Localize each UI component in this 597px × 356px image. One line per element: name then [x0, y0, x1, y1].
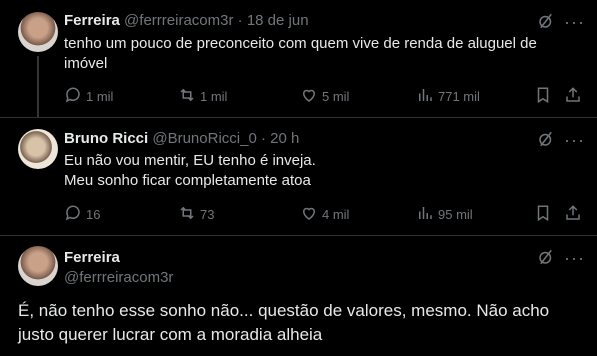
tweet-header: Bruno Ricci @BrunoRicci_0 · 20 h [64, 129, 299, 149]
tweet-text: É, não tenho esse sonho não... questão d… [18, 299, 583, 347]
reply-button[interactable]: 1 mil [64, 86, 113, 107]
tweet-text-line: imóvel [64, 55, 108, 72]
tweet-actions: 1 mil 1 mil 5 mil 771 mil [64, 86, 586, 106]
views-button[interactable]: 771 mil [416, 86, 480, 107]
tweet-2[interactable]: Bruno Ricci @BrunoRicci_0 · 20 h ··· Eu … [0, 117, 597, 236]
retweet-icon [178, 86, 196, 107]
avatar[interactable] [18, 12, 58, 52]
tweet-text-line: É, não tenho esse sonho não... questão d… [18, 301, 550, 320]
tweet-text: tenho um pouco de preconceito com quem v… [64, 34, 574, 74]
author-handle[interactable]: @ferrreiracom3r [64, 268, 173, 288]
tweet-header: Ferreira @ferrreiracom3r · 18 de jun [64, 11, 309, 31]
reply-icon [64, 204, 82, 225]
more-icon[interactable]: ··· [564, 249, 585, 267]
bookmark-button[interactable] [534, 86, 552, 107]
tweet-text-line: justo querer lucrar com a moradia alheia [18, 325, 323, 344]
author-name[interactable]: Ferreira [64, 12, 120, 29]
like-icon [300, 204, 318, 225]
more-icon[interactable]: ··· [564, 131, 585, 149]
like-count: 4 mil [322, 207, 350, 222]
retweet-count: 1 mil [200, 89, 228, 104]
tweet-3[interactable]: Ferreira @ferrreiracom3r ··· É, não tenh… [0, 235, 597, 356]
reply-count: 16 [86, 207, 101, 222]
views-button[interactable]: 95 mil [416, 204, 473, 225]
tweet-date[interactable]: 20 h [270, 130, 299, 147]
tweet-header: Ferreira @ferrreiracom3r [64, 248, 173, 288]
reply-icon [64, 86, 82, 107]
views-count: 771 mil [438, 89, 480, 104]
tweet-actions: 16 73 4 mil 95 mil [64, 204, 586, 224]
share-button[interactable] [564, 86, 582, 107]
author-handle[interactable]: @BrunoRicci_0 [152, 130, 256, 147]
tweet-text-line: tenho um pouco de preconceito com quem v… [64, 35, 537, 52]
more-icon[interactable]: ··· [564, 13, 585, 31]
tweet-date[interactable]: 18 de jun [247, 12, 309, 29]
tweet-text: Eu não vou mentir, EU tenho é inveja. Me… [64, 151, 574, 191]
bookmark-icon [534, 86, 552, 107]
retweet-button[interactable]: 73 [178, 204, 214, 225]
reply-button[interactable]: 16 [64, 204, 100, 225]
separator: · [237, 12, 243, 29]
grok-icon[interactable] [537, 130, 555, 148]
views-count: 95 mil [438, 207, 473, 222]
author-name[interactable]: Bruno Ricci [64, 130, 148, 147]
retweet-icon [178, 204, 196, 225]
like-button[interactable]: 4 mil [300, 204, 349, 225]
share-button[interactable] [564, 204, 582, 225]
views-icon [416, 86, 434, 107]
grok-icon[interactable] [537, 12, 555, 30]
avatar[interactable] [18, 246, 58, 286]
separator: · [260, 130, 266, 147]
grok-icon[interactable] [537, 248, 555, 266]
views-icon [416, 204, 434, 225]
tweet-text-line: Eu não vou mentir, EU tenho é inveja. [64, 152, 316, 169]
avatar[interactable] [18, 129, 58, 169]
reply-count: 1 mil [86, 89, 114, 104]
bookmark-button[interactable] [534, 204, 552, 225]
bookmark-icon [534, 204, 552, 225]
like-count: 5 mil [322, 89, 350, 104]
retweet-count: 73 [200, 207, 215, 222]
tweet-1[interactable]: Ferreira @ferrreiracom3r · 18 de jun ···… [0, 0, 597, 118]
author-handle[interactable]: @ferrreiracom3r [124, 12, 233, 29]
like-icon [300, 86, 318, 107]
retweet-button[interactable]: 1 mil [178, 86, 227, 107]
share-icon [564, 204, 582, 225]
like-button[interactable]: 5 mil [300, 86, 349, 107]
tweet-text-line: Meu sonho ficar completamente atoa [64, 172, 311, 189]
thread-line [37, 56, 39, 118]
share-icon [564, 86, 582, 107]
author-name[interactable]: Ferreira [64, 248, 173, 268]
